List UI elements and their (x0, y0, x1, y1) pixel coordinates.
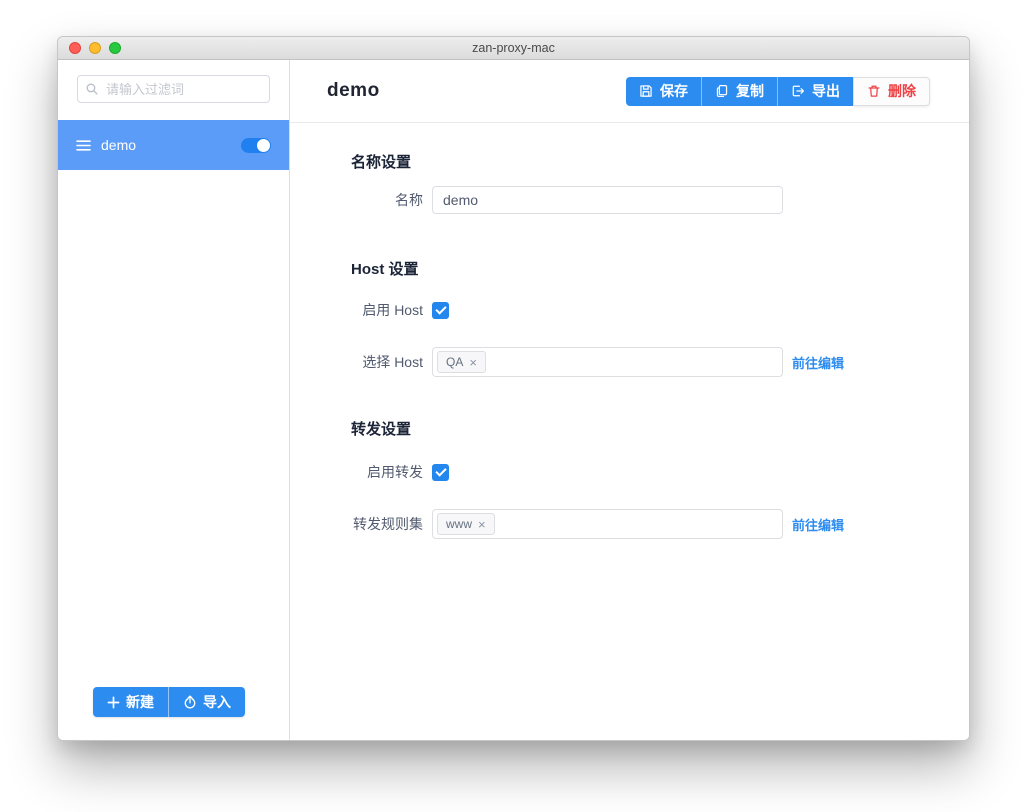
section-heading-host: Host 设置 (351, 261, 419, 278)
host-tag: QA × (437, 351, 486, 373)
page-title: demo (327, 80, 380, 101)
enable-host-checkbox[interactable] (432, 301, 449, 319)
traffic-lights (69, 42, 121, 54)
name-label: 名称 (395, 192, 423, 208)
enable-forward-checkbox[interactable] (432, 463, 449, 481)
save-button-label: 保存 (660, 83, 688, 99)
trash-icon (867, 84, 881, 98)
export-button[interactable]: 导出 (777, 76, 853, 106)
window-title: zan-proxy-mac (472, 41, 555, 55)
forward-tag: www × (437, 513, 495, 535)
toggle-knob (257, 138, 270, 152)
host-select[interactable]: QA × (432, 347, 783, 377)
delete-button-label: 删除 (888, 83, 916, 99)
section-heading-forward: 转发设置 (351, 421, 412, 438)
export-icon (791, 84, 805, 98)
delete-button[interactable]: 删除 (853, 76, 930, 106)
save-icon (639, 84, 653, 98)
copy-button-label: 复制 (736, 83, 764, 99)
minimize-window-button[interactable] (89, 42, 101, 54)
profile-enabled-toggle[interactable] (241, 137, 271, 153)
import-button-label: 导入 (203, 694, 231, 710)
app-window: zan-proxy-mac demo (57, 36, 970, 741)
export-button-label: 导出 (812, 83, 840, 99)
save-button[interactable]: 保存 (626, 76, 701, 106)
select-host-label: 选择 Host (362, 354, 423, 370)
copy-button[interactable]: 复制 (701, 76, 777, 106)
settings-form: 名称设置 名称 Host 设置 启用 Host 选择 Host QA (290, 123, 969, 539)
forward-tag-label: www (446, 517, 472, 531)
enable-forward-row: 启用转发 (351, 462, 969, 482)
section-heading-name: 名称设置 (351, 154, 412, 171)
import-button[interactable]: 导入 (168, 687, 245, 717)
zoom-window-button[interactable] (109, 42, 121, 54)
search-input[interactable] (77, 75, 270, 103)
edit-host-link[interactable]: 前往编辑 (792, 353, 844, 372)
sidebar: demo 新建 (58, 60, 290, 740)
plus-icon (107, 696, 120, 709)
titlebar[interactable]: zan-proxy-mac (58, 37, 969, 60)
edit-forward-link[interactable]: 前往编辑 (792, 515, 844, 534)
select-host-row: 选择 Host QA × 前往编辑 (351, 347, 969, 377)
close-window-button[interactable] (69, 42, 81, 54)
new-button[interactable]: 新建 (93, 687, 168, 717)
sidebar-actions: 新建 导入 (93, 687, 245, 717)
sidebar-item-demo[interactable]: demo (58, 120, 289, 170)
enable-host-row: 启用 Host (351, 300, 969, 320)
forward-ruleset-row: 转发规则集 www × 前往编辑 (351, 509, 969, 539)
enable-host-label: 启用 Host (362, 302, 423, 318)
main-panel: demo 保存 复制 导出 删除 名称设置 名称 demo Host 设置 启用… (290, 60, 969, 740)
sidebar-item-label: demo (101, 137, 137, 153)
tag-close-icon[interactable]: × (478, 518, 486, 531)
search-icon (85, 82, 99, 96)
copy-icon (715, 84, 729, 98)
main-header: demo 保存 复制 导出 删除 (290, 60, 969, 123)
search-field (77, 75, 270, 103)
toolbar: 保存 复制 导出 删除 (626, 76, 930, 106)
name-input[interactable] (432, 186, 783, 214)
host-tag-label: QA (446, 355, 464, 369)
forward-ruleset-label: 转发规则集 (353, 516, 423, 532)
enable-forward-label: 启用转发 (367, 464, 423, 480)
new-button-label: 新建 (126, 694, 154, 710)
forward-ruleset-select[interactable]: www × (432, 509, 783, 539)
name-row: 名称 (351, 186, 969, 214)
hamburger-icon (76, 139, 91, 151)
tag-close-icon[interactable]: × (469, 356, 477, 369)
upload-icon (183, 695, 197, 709)
